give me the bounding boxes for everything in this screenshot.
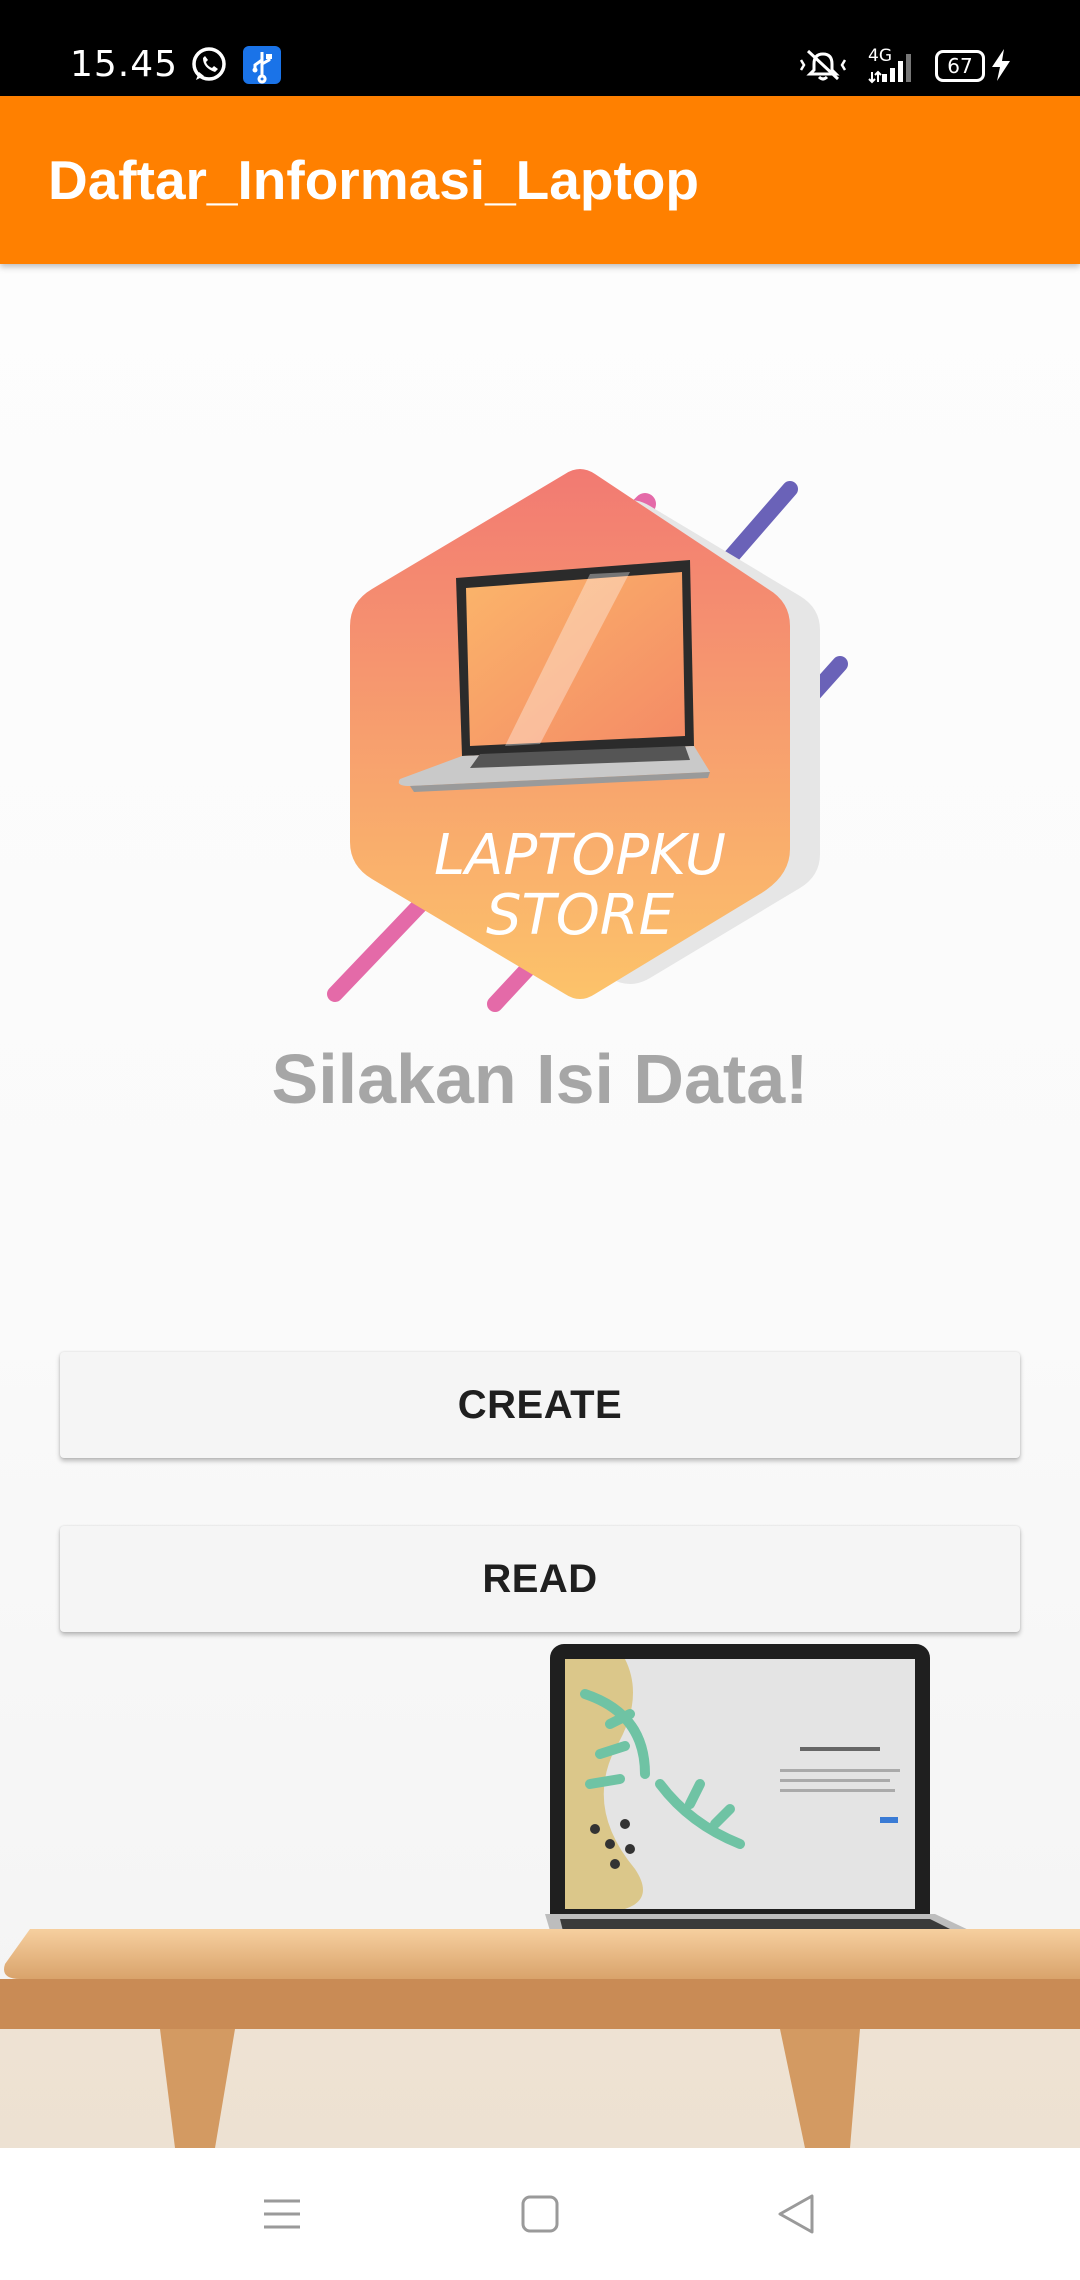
main-content: LAPTOPKU STORE Silakan Isi Data! CREATE … (0, 264, 1080, 2148)
vibrate-icon (799, 49, 847, 81)
charging-icon (992, 49, 1010, 81)
read-button[interactable]: READ (60, 1526, 1020, 1632)
home-icon[interactable] (520, 2194, 560, 2234)
app-title: Daftar_Informasi_Laptop (48, 149, 699, 211)
menu-icon[interactable] (262, 2196, 302, 2232)
page-heading: Silakan Isi Data! (271, 1040, 809, 1118)
logo-text-line2: STORE (486, 883, 675, 948)
usb-icon (243, 46, 281, 84)
status-time: 15.45 (70, 44, 179, 85)
battery-icon: 67 (935, 50, 985, 82)
create-button[interactable]: CREATE (60, 1352, 1020, 1458)
whatsapp-icon (192, 47, 226, 81)
navigation-bar (0, 2148, 1080, 2280)
app-bar: Daftar_Informasi_Laptop (0, 96, 1080, 264)
logo-text-line1: LAPTOPKU (434, 823, 726, 888)
back-icon[interactable] (776, 2192, 816, 2236)
background-laptop-table-image (0, 1644, 1080, 2148)
battery-level: 67 (947, 54, 973, 78)
status-bar: 15.45 4G 67 (0, 0, 1080, 96)
signal-icon (868, 54, 911, 84)
laptopku-store-logo: LAPTOPKU STORE (327, 469, 848, 1012)
